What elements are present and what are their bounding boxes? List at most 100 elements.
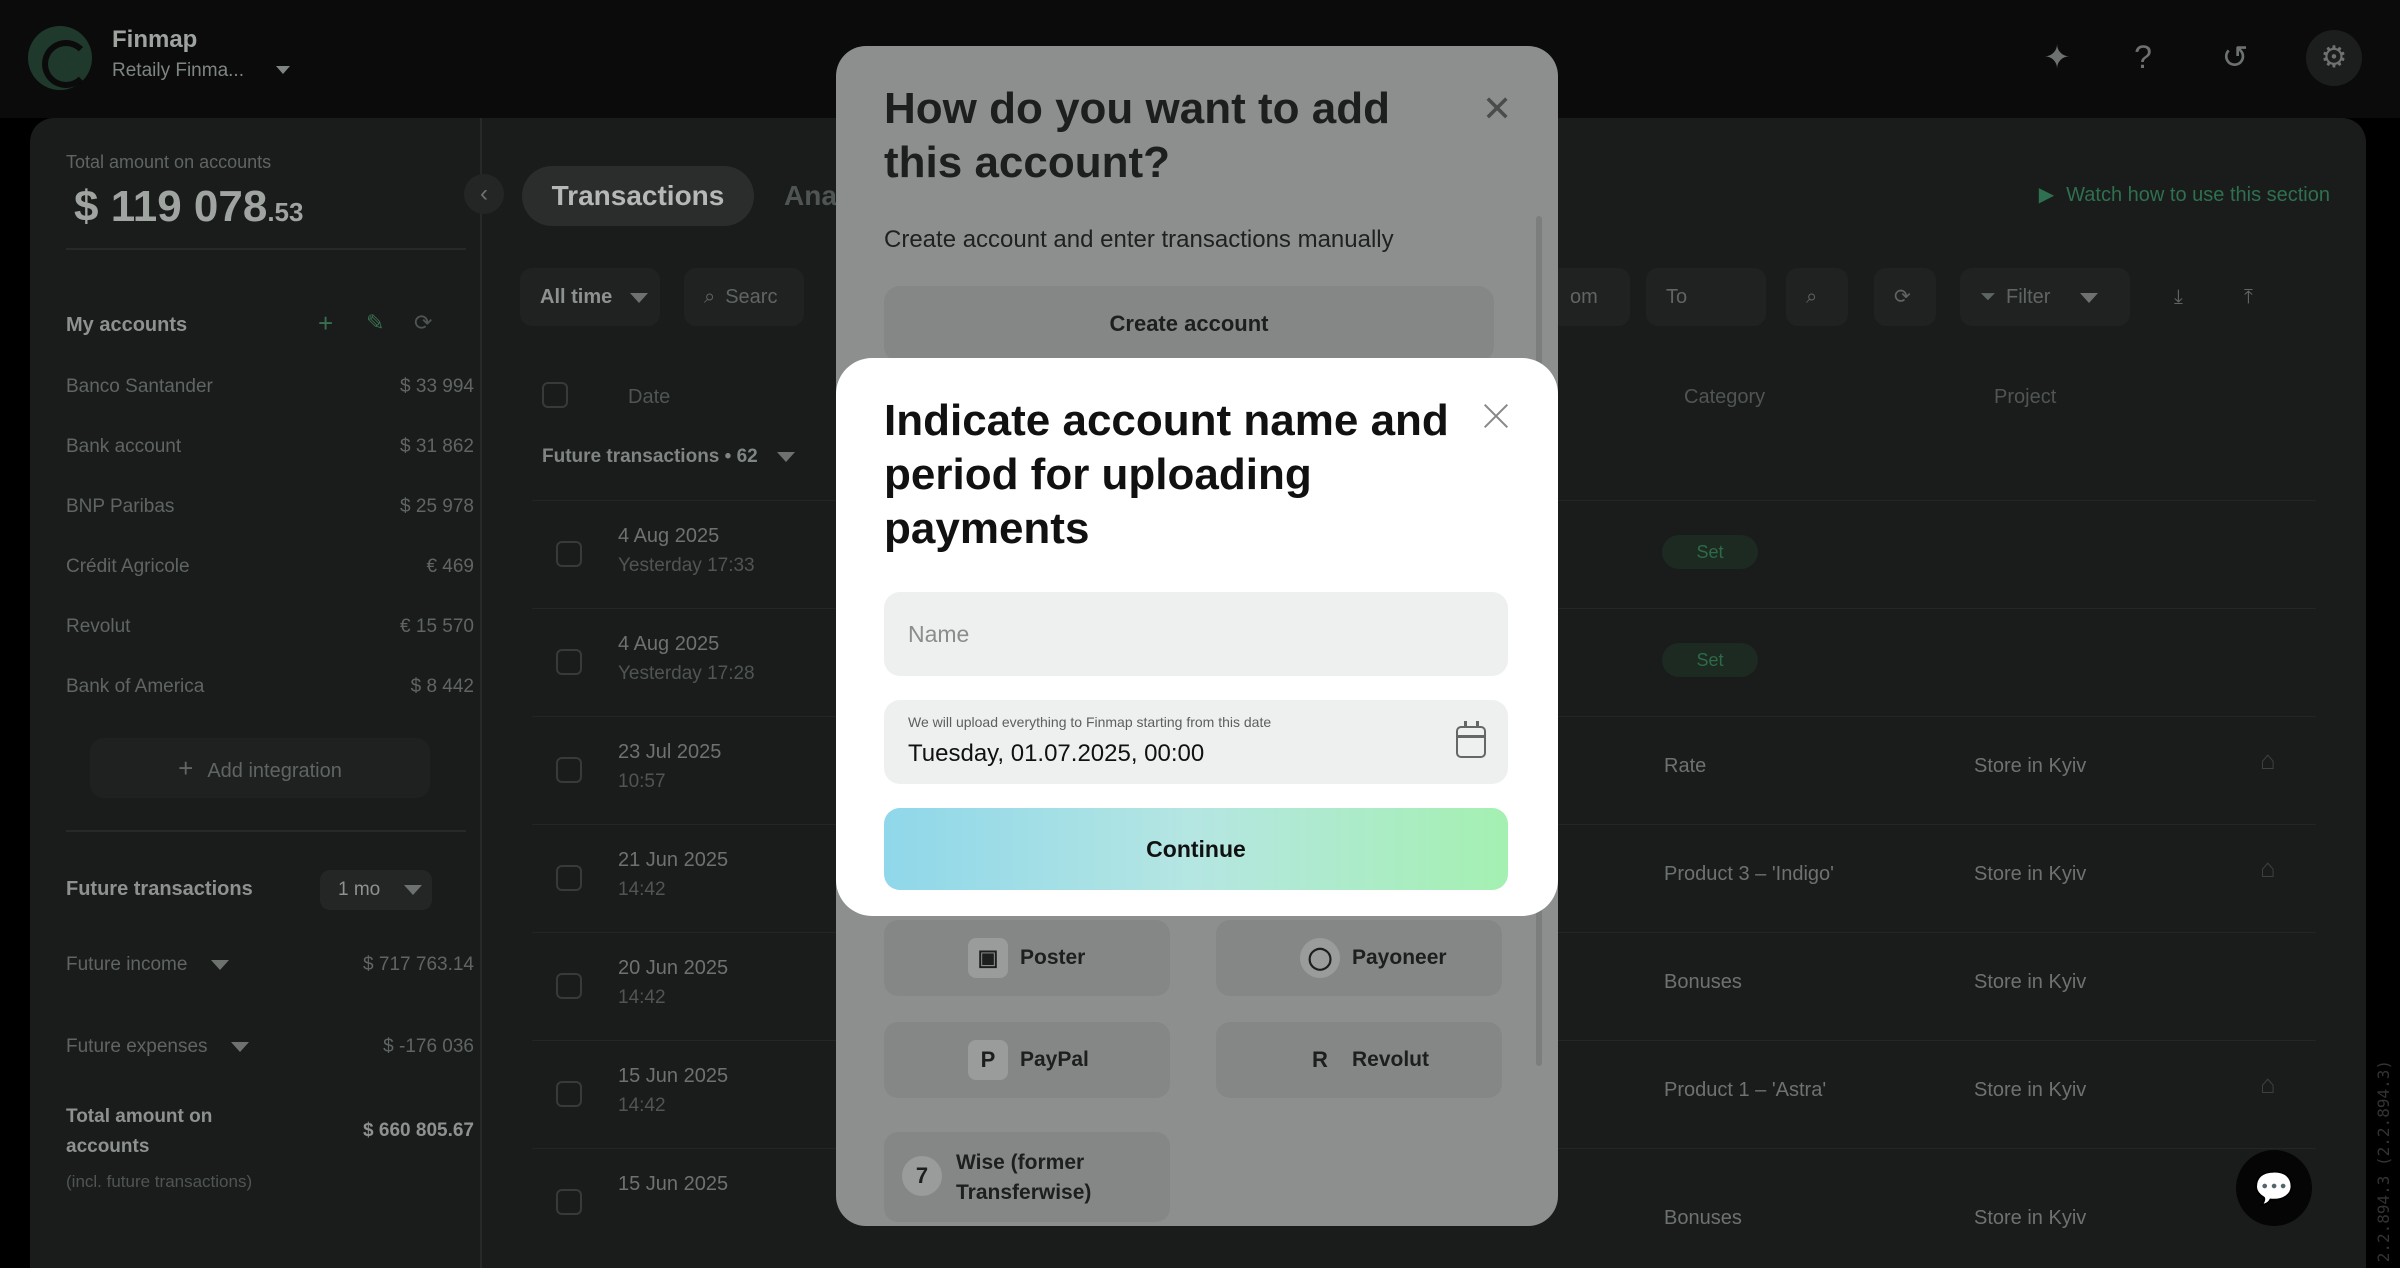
row-project: Store in Kyiv <box>1974 863 2087 885</box>
future-income-label: Future income <box>66 954 188 975</box>
tag-icon[interactable]: ⌂ <box>2260 1069 2276 1100</box>
row-date: 21 Jun 2025 <box>618 849 729 871</box>
account-row[interactable]: Crédit Agricole € 469 <box>66 556 474 586</box>
provider-revolut[interactable]: R Revolut <box>1216 1022 1502 1098</box>
account-row[interactable]: Bank of America $ 8 442 <box>66 676 474 706</box>
modal-title: Indicate account name and period for upl… <box>884 396 1449 553</box>
account-name-modal: Indicate account name and period for upl… <box>836 358 1558 916</box>
row-project: Store in Kyiv <box>1974 1079 2087 1101</box>
start-date-picker[interactable]: We will upload everything to Finmap star… <box>884 700 1508 784</box>
filter-icon: ⏷ <box>1980 286 1996 308</box>
filter-button[interactable]: ⏷ Filter <box>1960 268 2130 326</box>
create-account-button[interactable]: Create account <box>884 286 1494 362</box>
account-amount: $ 31 862 <box>400 436 474 457</box>
tab-transactions[interactable]: Transactions <box>522 166 754 226</box>
search-placeholder: Searc <box>725 286 778 308</box>
chevron-down-icon <box>777 451 795 462</box>
row-checkbox[interactable] <box>556 1189 582 1215</box>
tag-icon[interactable]: ⌂ <box>2260 853 2276 884</box>
start-date-hint: We will upload everything to Finmap star… <box>908 714 1272 730</box>
header-category[interactable]: Category <box>1684 386 1765 409</box>
provider-poster[interactable]: ▣ Poster <box>884 920 1170 996</box>
grand-total-value: $ 660 805.67 <box>363 1120 474 1141</box>
row-checkbox[interactable] <box>556 541 582 567</box>
upload-icon[interactable]: ⤒ <box>2224 268 2284 326</box>
provider-label: Revolut <box>1352 1048 1430 1071</box>
row-checkbox[interactable] <box>556 757 582 783</box>
provider-label: PayPal <box>1020 1048 1089 1071</box>
refresh-icon[interactable]: ⟳ <box>414 310 432 336</box>
accounts-title: My accounts <box>66 314 188 336</box>
row-time: 10:57 <box>618 771 666 792</box>
history-icon[interactable]: ↺ <box>2212 34 2258 80</box>
row-category: Bonuses <box>1664 1207 1742 1229</box>
divider <box>66 830 466 832</box>
gear-icon[interactable]: ⚙ <box>2306 30 2362 86</box>
help-icon[interactable]: ? <box>2120 34 2166 80</box>
account-name-input[interactable] <box>884 592 1508 676</box>
calendar-icon[interactable] <box>1456 721 1486 758</box>
download-icon[interactable]: ⤓ <box>2154 268 2214 326</box>
app-name: Finmap <box>112 26 198 53</box>
provider-label: Poster <box>1020 946 1086 969</box>
search-input[interactable]: ⌕ Searc <box>684 268 804 326</box>
tag-icon[interactable]: ⌂ <box>2260 745 2276 776</box>
future-group-label[interactable]: Future transactions • 62 <box>542 446 795 468</box>
provider-wise[interactable]: 7 Wise (former Transferwise) <box>884 1132 1170 1222</box>
close-icon[interactable] <box>1480 400 1512 432</box>
chevron-down-icon[interactable] <box>210 959 229 970</box>
row-checkbox[interactable] <box>556 865 582 891</box>
future-income-row[interactable]: Future income $ 717 763.14 <box>66 954 474 976</box>
future-expenses-label: Future expenses <box>66 1036 208 1057</box>
from-date-input[interactable]: om <box>1550 268 1630 326</box>
period-select[interactable]: All time <box>520 268 660 326</box>
refresh-icon: ⟳ <box>1894 286 1911 308</box>
add-integration-button[interactable]: + Add integration <box>90 738 430 798</box>
provider-payoneer[interactable]: ◯ Payoneer <box>1216 920 1502 996</box>
set-category-button[interactable]: Set <box>1662 535 1758 569</box>
total-cents: .53 <box>267 197 304 227</box>
select-all-checkbox[interactable] <box>542 382 568 408</box>
continue-button[interactable]: Continue <box>884 808 1508 890</box>
account-row[interactable]: Banco Santander $ 33 994 <box>66 376 474 406</box>
add-integration-label: Add integration <box>207 760 342 782</box>
header-date[interactable]: Date <box>628 386 670 409</box>
add-account-icon[interactable]: + <box>318 308 333 339</box>
row-time: 14:42 <box>618 879 666 900</box>
set-category-button[interactable]: Set <box>1662 643 1758 677</box>
to-date-input[interactable]: To <box>1646 268 1766 326</box>
close-icon[interactable]: ✕ <box>1482 88 1512 130</box>
edit-icon[interactable]: ✎ <box>366 310 384 336</box>
row-date: 15 Jun 2025 <box>618 1065 729 1087</box>
chevron-down-icon[interactable] <box>230 1041 249 1052</box>
row-checkbox[interactable] <box>556 1081 582 1107</box>
future-period-value: 1 mo <box>338 879 381 900</box>
chevron-left-icon[interactable]: ‹ <box>464 174 504 214</box>
chevron-down-icon[interactable] <box>276 66 290 74</box>
row-time: Yesterday 17:33 <box>618 555 755 576</box>
search-button[interactable]: ⌕ <box>1786 268 1848 326</box>
row-checkbox[interactable] <box>556 649 582 675</box>
from-placeholder: om <box>1570 286 1598 308</box>
header-project[interactable]: Project <box>1994 386 2056 409</box>
provider-paypal[interactable]: P PayPal <box>884 1022 1170 1098</box>
chat-bubble-icon: 💬 <box>2254 1170 2294 1206</box>
refresh-button[interactable]: ⟳ <box>1874 268 1936 326</box>
sparkle-icon[interactable]: ✦ <box>2034 34 2080 80</box>
tab-analytics[interactable]: Ana <box>784 166 837 226</box>
future-expenses-row[interactable]: Future expenses $ -176 036 <box>66 1036 474 1058</box>
future-period-select[interactable]: 1 mo <box>320 870 432 910</box>
revolut-icon: R <box>1312 1047 1328 1072</box>
account-row[interactable]: BNP Paribas $ 25 978 <box>66 496 474 526</box>
finmap-logo-icon[interactable] <box>28 26 92 90</box>
account-row[interactable]: Revolut € 15 570 <box>66 616 474 646</box>
row-date: 4 Aug 2025 <box>618 525 720 547</box>
row-checkbox[interactable] <box>556 973 582 999</box>
account-row[interactable]: Bank account $ 31 862 <box>66 436 474 466</box>
payoneer-icon: ◯ <box>1300 938 1340 978</box>
plus-icon: + <box>178 753 194 783</box>
future-title: Future transactions <box>66 878 253 900</box>
chat-support-button[interactable]: 💬 <box>2236 1150 2312 1226</box>
watch-tutorial-link[interactable]: ▶ Watch how to use this section <box>2039 182 2330 207</box>
company-selector[interactable]: Retaily Finma... <box>112 60 244 82</box>
